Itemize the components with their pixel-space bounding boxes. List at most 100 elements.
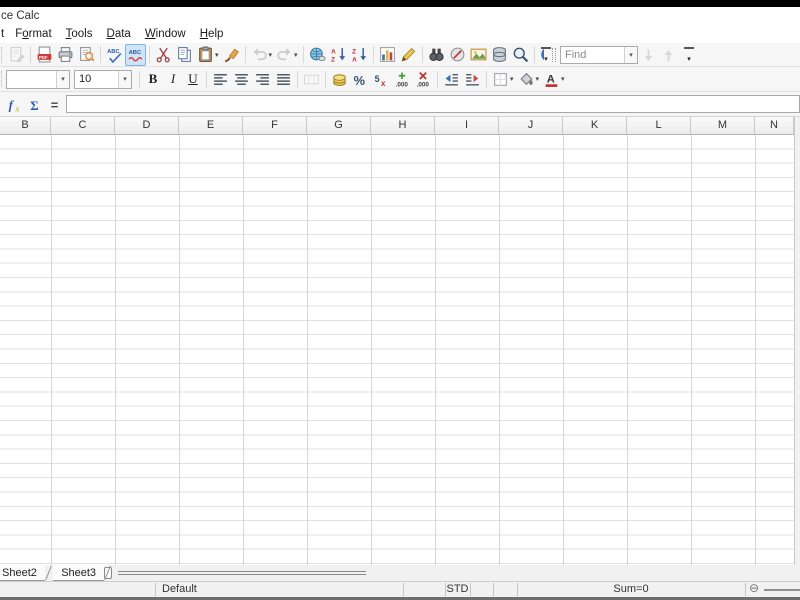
borders-dropdown-arrow[interactable]: ▾ [510, 75, 514, 83]
menu-item-tools[interactable]: Tools [59, 25, 100, 43]
align-justify-button[interactable] [273, 68, 294, 90]
calc-window: ce Calc t Format Tools Data Window Help PDF AB… [0, 0, 800, 600]
column-header-C[interactable]: C [51, 117, 115, 134]
copy-button[interactable] [174, 44, 195, 66]
sheet-tab-sheet3[interactable]: Sheet3 [53, 565, 105, 581]
zoom-out-icon[interactable]: ⊖ [749, 581, 759, 596]
redo-dropdown-arrow[interactable]: ▾ [294, 51, 298, 59]
redo-button[interactable]: ▾ [274, 44, 300, 66]
bgcolor-icon [518, 71, 535, 88]
column-header-N[interactable]: N [755, 117, 794, 134]
font-color-button[interactable]: A ▾ [541, 68, 567, 90]
menu-item-partial[interactable]: t [0, 25, 8, 43]
menu-item-data[interactable]: Data [100, 25, 138, 43]
decrease-indent-button[interactable] [441, 68, 462, 90]
export-pdf-button[interactable]: PDF [34, 44, 55, 66]
merge-cells-button[interactable] [301, 68, 322, 90]
spreadsheet-grid[interactable] [0, 135, 794, 565]
background-color-dropdown-arrow[interactable]: ▾ [536, 75, 540, 83]
add-decimal-place-button[interactable]: .000 [392, 68, 413, 90]
undo-dropdown-arrow[interactable]: ▾ [269, 51, 273, 59]
background-color-button[interactable]: ▾ [516, 68, 542, 90]
column-header-F[interactable]: F [243, 117, 307, 134]
navigator-button[interactable] [447, 44, 468, 66]
auto-spellcheck-button[interactable]: ABC [125, 43, 146, 66]
column-header-I[interactable]: I [435, 117, 499, 134]
standard-toolbar: PDFABCABC▾▾▾AZZA? ▾ ▾ ▾ [0, 43, 800, 67]
column-header-G[interactable]: G [307, 117, 371, 134]
zoom-slider[interactable] [764, 589, 800, 591]
status-page-style[interactable]: Default [162, 582, 197, 597]
find-toolbar-grip[interactable] [552, 48, 556, 62]
function-button[interactable]: = [46, 95, 64, 113]
number-format-percent-button[interactable]: % [350, 68, 371, 90]
delete-decimal-place-button[interactable]: .000 [413, 68, 434, 90]
paste-button[interactable]: ▾ [195, 44, 221, 66]
underline-button[interactable]: U [183, 68, 203, 90]
zoom-button[interactable] [510, 44, 531, 66]
toolbar-overflow-button[interactable]: ▾ [541, 47, 551, 63]
page-preview-button[interactable] [76, 44, 97, 66]
increase-indent-button[interactable] [462, 68, 483, 90]
number-format-standard-button[interactable]: 5x [371, 68, 392, 90]
cut-button[interactable] [153, 44, 174, 66]
status-sum[interactable]: Sum=0 [517, 582, 745, 597]
gallery-button[interactable] [468, 44, 489, 66]
data-sources-button[interactable] [489, 44, 510, 66]
paste-dropdown-arrow[interactable]: ▾ [215, 51, 219, 59]
font-color-dropdown-arrow[interactable]: ▾ [561, 75, 565, 83]
column-header-E[interactable]: E [179, 117, 243, 134]
menu-item-window[interactable]: Window [138, 25, 193, 43]
align-right-button[interactable] [252, 68, 273, 90]
svg-text:ABC: ABC [107, 49, 120, 55]
find-dropdown-arrow[interactable]: ▾ [624, 47, 637, 63]
column-header-B[interactable]: B [0, 117, 51, 134]
edit-file-button[interactable] [6, 44, 27, 66]
sort-ascending-button[interactable]: AZ [328, 44, 349, 66]
column-header-D[interactable]: D [115, 117, 179, 134]
column-header-K[interactable]: K [563, 117, 627, 134]
find-and-replace-button[interactable] [426, 44, 447, 66]
status-selection-mode[interactable]: STD [445, 582, 470, 597]
equals-icon: = [47, 96, 64, 113]
bold-button[interactable]: B [143, 68, 163, 90]
toolbar-grip[interactable] [1, 71, 4, 87]
column-header-L[interactable]: L [627, 117, 691, 134]
format-paintbrush-button[interactable] [221, 44, 242, 66]
sort-descending-button[interactable]: ZA [349, 44, 370, 66]
align-left-button[interactable] [210, 68, 231, 90]
formula-bar: fx Σ = [0, 92, 800, 117]
show-draw-functions-button[interactable] [398, 44, 419, 66]
hyperlink-button[interactable] [307, 44, 328, 66]
font-size-dropdown-arrow[interactable]: ▾ [118, 70, 131, 88]
toolbar-separator [206, 70, 207, 88]
print-button[interactable] [55, 44, 76, 66]
number-format-currency-button[interactable] [329, 68, 350, 90]
font-size-combobox[interactable]: 10 ▾ [74, 69, 132, 89]
column-header-M[interactable]: M [691, 117, 755, 134]
find-previous-button[interactable] [658, 45, 678, 65]
font-name-dropdown-arrow[interactable]: ▾ [56, 70, 69, 88]
column-header-H[interactable]: H [371, 117, 435, 134]
spelling-button[interactable]: ABC [104, 44, 125, 66]
borders-button[interactable]: ▾ [490, 68, 516, 90]
font-name-combobox[interactable]: ▾ [6, 69, 70, 89]
function-wizard-button[interactable]: fx [6, 95, 24, 113]
toolbar-grip[interactable] [1, 46, 4, 63]
align-center-button[interactable] [231, 68, 252, 90]
sum-button[interactable]: Σ [26, 95, 44, 113]
menu-item-help[interactable]: Help [193, 25, 231, 43]
find-next-button[interactable] [638, 45, 658, 65]
redo-icon [276, 46, 293, 63]
column-header-J[interactable]: J [499, 117, 563, 134]
vertical-scrollbar[interactable] [794, 117, 800, 565]
italic-button[interactable]: I [163, 68, 183, 90]
find-toolbar-overflow-button[interactable]: ▾ [684, 47, 694, 63]
find-input[interactable] [561, 47, 624, 63]
formula-input-line[interactable] [66, 95, 800, 113]
horizontal-scrollbar-thumb[interactable] [118, 571, 366, 575]
sheet-tab-sheet2[interactable]: Sheet2 [0, 565, 45, 581]
menu-item-format[interactable]: Format [8, 25, 58, 43]
undo-button[interactable]: ▾ [249, 44, 275, 66]
insert-chart-button[interactable] [377, 44, 398, 66]
